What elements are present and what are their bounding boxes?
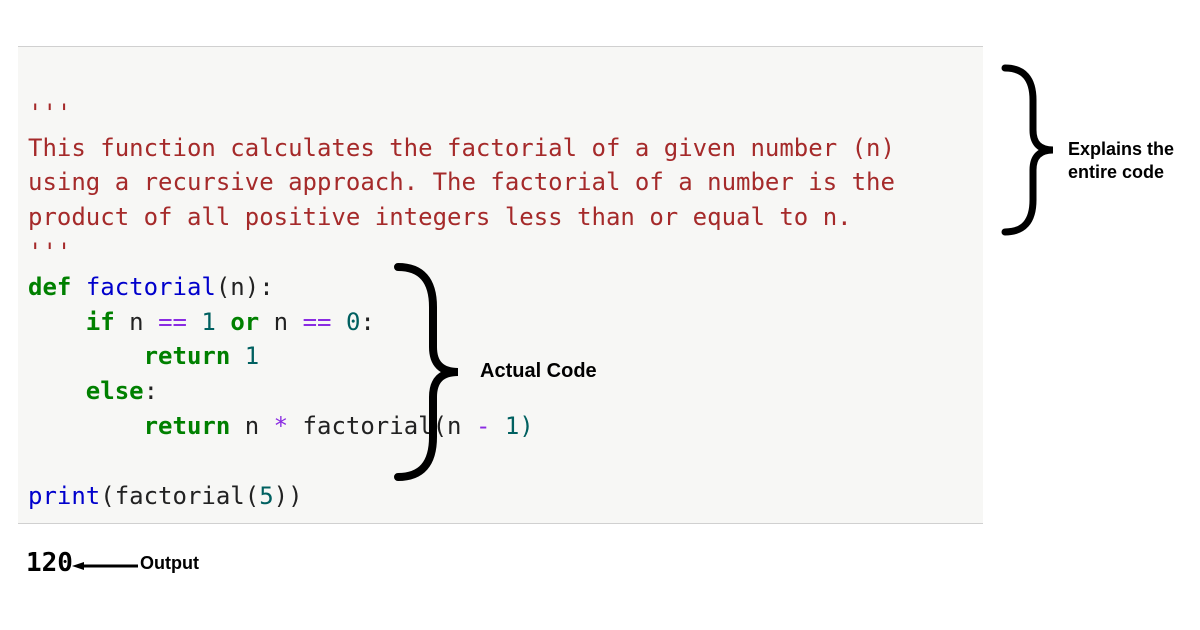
annotation-output: Output <box>140 553 199 574</box>
keyword-else: else <box>86 377 144 405</box>
operator-minus: - <box>476 412 490 440</box>
annotation-actual-code: Actual Code <box>480 360 597 383</box>
output-value: 120 <box>26 548 73 578</box>
keyword-or: or <box>230 308 259 336</box>
docstring-line: product of all positive integers less th… <box>28 203 852 231</box>
annotation-explains: Explains the entire code <box>1068 138 1198 183</box>
docstring-open: ''' <box>28 99 71 127</box>
brace-icon <box>985 60 1065 240</box>
function-print: print <box>28 482 100 510</box>
keyword-if: if <box>86 308 115 336</box>
param-list: (n) <box>216 273 259 301</box>
function-name: factorial <box>86 273 216 301</box>
operator-eq: == <box>158 308 187 336</box>
code-block: ''' This function calculates the factori… <box>18 46 983 524</box>
arrow-icon <box>72 562 138 570</box>
keyword-return: return <box>144 342 231 370</box>
docstring-line: This function calculates the factorial o… <box>28 134 895 162</box>
docstring-line: using a recursive approach. The factoria… <box>28 168 895 196</box>
keyword-def: def <box>28 273 71 301</box>
operator-eq: == <box>303 308 332 336</box>
operator-star: * <box>274 412 288 440</box>
brace-icon <box>378 257 468 487</box>
keyword-return: return <box>144 412 231 440</box>
docstring-close: ''' <box>28 238 71 266</box>
